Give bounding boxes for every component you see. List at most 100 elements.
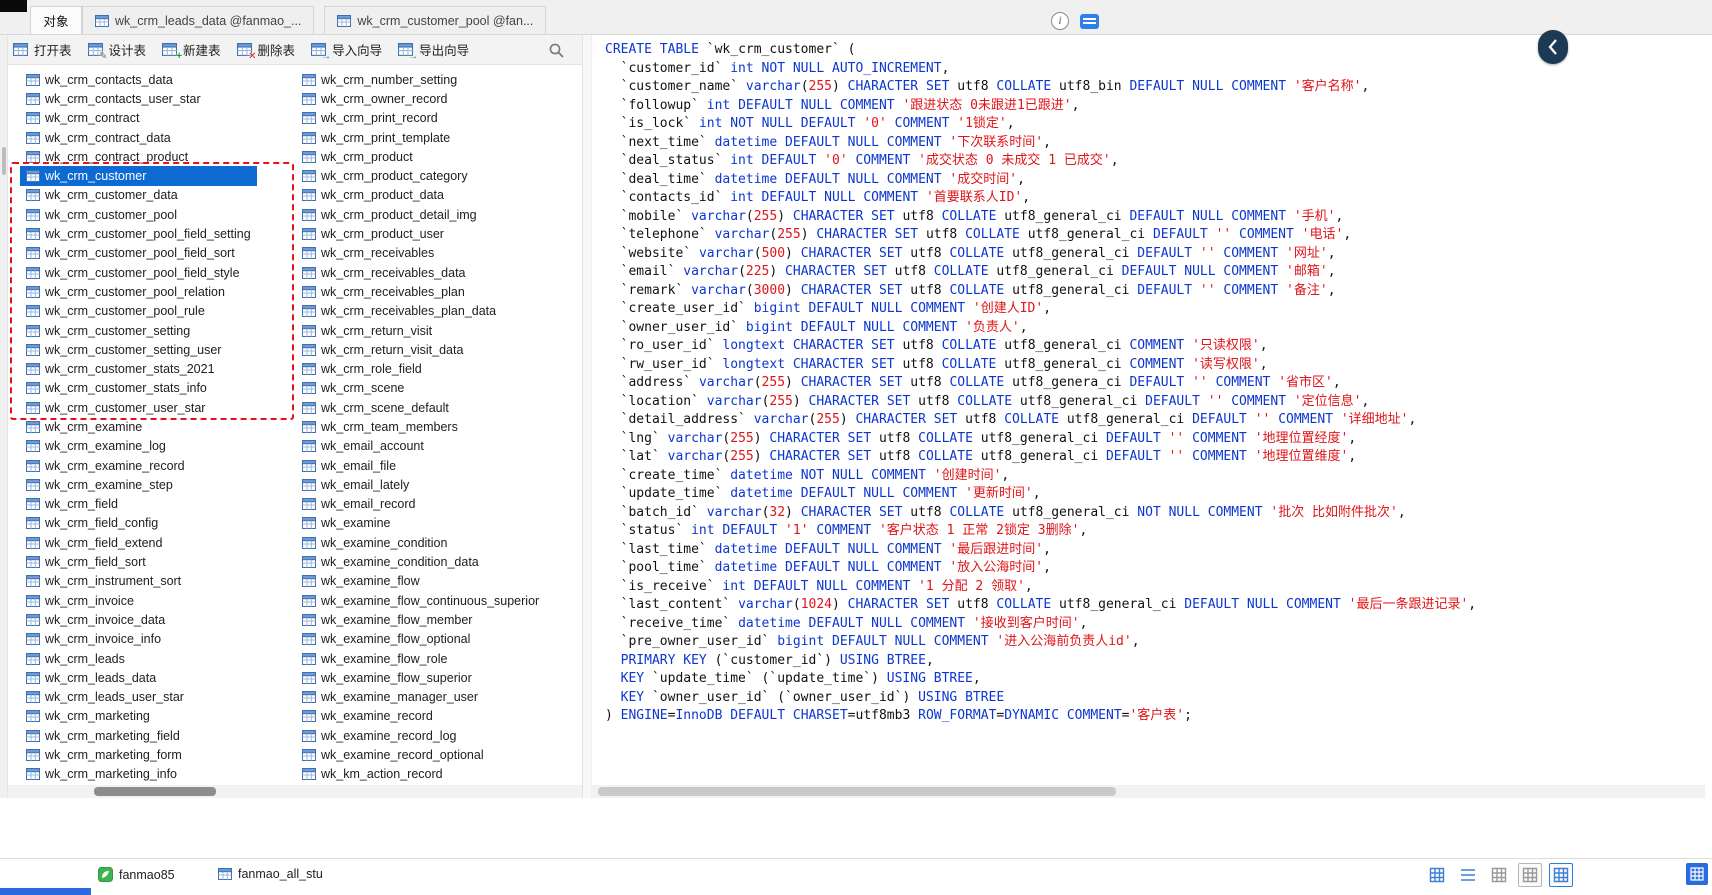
right-hscrollbar-thumb[interactable]	[598, 787, 1116, 796]
table-list-item[interactable]: wk_crm_print_template	[296, 128, 545, 147]
collapse-panel-button[interactable]	[1538, 30, 1568, 64]
table-list-item[interactable]: wk_km_action_record	[296, 765, 545, 784]
search-icon[interactable]	[548, 42, 565, 59]
table-list-item[interactable]: wk_crm_field_sort	[20, 552, 257, 571]
toolbar-button-import[interactable]: → 导入向导	[306, 37, 387, 62]
left-hscrollbar[interactable]	[8, 785, 582, 798]
grid-view-button[interactable]	[1686, 863, 1708, 885]
table-list-item[interactable]: wk_crm_customer_pool_field_setting	[20, 224, 257, 243]
tab-open-table[interactable]: wk_crm_customer_pool @fan...	[324, 6, 547, 34]
table-list-item[interactable]: wk_crm_print_record	[296, 109, 545, 128]
table-list-item[interactable]: wk_crm_contacts_data	[20, 70, 257, 89]
table-list-item[interactable]: wk_crm_contract	[20, 109, 257, 128]
toolbar-button-new[interactable]: + 新建表	[157, 37, 226, 62]
table-list-item[interactable]: wk_crm_number_setting	[296, 70, 545, 89]
preview-pane-toggle-icon[interactable]	[1080, 14, 1099, 29]
view-grid-icon[interactable]	[1487, 863, 1511, 887]
right-hscrollbar[interactable]	[592, 785, 1705, 798]
table-list-item[interactable]: wk_crm_scene	[296, 379, 545, 398]
table-list-item[interactable]: wk_crm_contacts_user_star	[20, 89, 257, 108]
table-list-item[interactable]: wk_crm_invoice_info	[20, 630, 257, 649]
table-list-item[interactable]: wk_examine_condition_data	[296, 552, 545, 571]
table-list-item[interactable]: wk_crm_examine_step	[20, 475, 257, 494]
connection-indicator[interactable]: fanmao85	[98, 867, 175, 882]
table-list-item[interactable]: wk_email_lately	[296, 475, 545, 494]
table-list-item[interactable]: wk_crm_instrument_sort	[20, 572, 257, 591]
table-list-item[interactable]: wk_crm_leads	[20, 649, 257, 668]
table-list-item[interactable]: wk_crm_role_field	[296, 359, 545, 378]
table-list-item[interactable]: wk_crm_examine	[20, 417, 257, 436]
table-list-item[interactable]: wk_crm_product_user	[296, 224, 545, 243]
view-grid-icon[interactable]	[1425, 863, 1449, 887]
table-list-item[interactable]: wk_crm_owner_record	[296, 89, 545, 108]
table-list-item[interactable]: wk_crm_invoice	[20, 591, 257, 610]
table-list-item[interactable]: wk_crm_product	[296, 147, 545, 166]
table-list-item[interactable]: wk_crm_team_members	[296, 417, 545, 436]
toolbar-button-design[interactable]: ✎ 设计表	[83, 37, 152, 62]
table-list-item[interactable]: wk_crm_scene_default	[296, 398, 545, 417]
table-list-item[interactable]: wk_crm_product_detail_img	[296, 205, 545, 224]
left-hscrollbar-thumb[interactable]	[94, 787, 216, 796]
pane-divider[interactable]	[582, 35, 592, 798]
table-list-item[interactable]: wk_crm_marketing_field	[20, 726, 257, 745]
table-list-item[interactable]: wk_email_record	[296, 495, 545, 514]
table-list-item[interactable]: wk_crm_product_data	[296, 186, 545, 205]
toolbar-button-open[interactable]: 打开表	[8, 37, 77, 62]
table-list-item[interactable]: wk_examine_flow_role	[296, 649, 545, 668]
table-list-item[interactable]: wk_crm_customer_setting	[20, 321, 257, 340]
toolbar-button-export[interactable]: → 导出向导	[393, 37, 474, 62]
table-list-item[interactable]: wk_crm_contract_product	[20, 147, 257, 166]
table-list-item[interactable]: wk_crm_marketing_form	[20, 745, 257, 764]
table-list-item[interactable]: wk_crm_receivables_plan_data	[296, 302, 545, 321]
view-grid-icon[interactable]	[1518, 863, 1542, 887]
table-list-item[interactable]: wk_crm_product_category	[296, 166, 545, 185]
table-list-item[interactable]: wk_crm_leads_data	[20, 668, 257, 687]
database-indicator[interactable]: fanmao_all_stu	[218, 867, 323, 881]
table-list-item[interactable]: wk_examine_flow	[296, 572, 545, 591]
table-list-item[interactable]: wk_crm_customer_setting_user	[20, 340, 257, 359]
table-list-item[interactable]: wk_crm_customer_pool_rule	[20, 302, 257, 321]
table-list-item[interactable]: wk_crm_receivables_plan	[296, 282, 545, 301]
table-list-item[interactable]: wk_crm_return_visit	[296, 321, 545, 340]
table-list-item[interactable]: wk_crm_examine_log	[20, 437, 257, 456]
table-list-item[interactable]: wk_crm_customer_pool	[20, 205, 257, 224]
table-list-item[interactable]: wk_examine_record_optional	[296, 745, 545, 764]
table-list-item[interactable]: wk_crm_invoice_data	[20, 610, 257, 629]
table-list-item[interactable]: wk_crm_field_extend	[20, 533, 257, 552]
table-list-item[interactable]: wk_crm_customer_pool_field_style	[20, 263, 257, 282]
table-list-item[interactable]: wk_examine_flow_optional	[296, 630, 545, 649]
table-list-item[interactable]: wk_crm_customer_data	[20, 186, 257, 205]
toolbar-button-delete[interactable]: ✕ 删除表	[232, 37, 301, 62]
table-list-item[interactable]: wk_crm_marketing_info	[20, 765, 257, 784]
table-list-item[interactable]: wk_examine_record_log	[296, 726, 545, 745]
table-list-item[interactable]: wk_crm_customer_user_star	[20, 398, 257, 417]
table-list-item[interactable]: wk_examine_record	[296, 707, 545, 726]
table-list-item[interactable]: wk_crm_customer_stats_2021	[20, 359, 257, 378]
view-grid-icon[interactable]	[1549, 863, 1573, 887]
table-list-item[interactable]: wk_crm_return_visit_data	[296, 340, 545, 359]
table-list-item[interactable]: wk_examine	[296, 514, 545, 533]
tab-objects[interactable]: 对象	[30, 6, 82, 34]
table-list-item[interactable]: wk_crm_contract_data	[20, 128, 257, 147]
table-list-item[interactable]: wk_examine_flow_continuous_superior	[296, 591, 545, 610]
table-list-item[interactable]: wk_examine_manager_user	[296, 688, 545, 707]
table-list-item[interactable]: wk_email_file	[296, 456, 545, 475]
splitter-handle[interactable]	[2, 147, 6, 175]
table-list-item[interactable]: wk_examine_flow_member	[296, 610, 545, 629]
table-list-item[interactable]: wk_crm_field	[20, 495, 257, 514]
table-list-item[interactable]: wk_crm_marketing	[20, 707, 257, 726]
table-list-item[interactable]: wk_crm_receivables_data	[296, 263, 545, 282]
table-list-item[interactable]: wk_crm_examine_record	[20, 456, 257, 475]
table-list-item[interactable]: wk_crm_customer_stats_info	[20, 379, 257, 398]
table-list-item[interactable]: wk_examine_flow_superior	[296, 668, 545, 687]
tab-open-table[interactable]: wk_crm_leads_data @fanmao_...	[82, 6, 315, 34]
info-icon[interactable]: i	[1051, 12, 1069, 30]
table-list-item[interactable]: wk_examine_condition	[296, 533, 545, 552]
view-list-icon[interactable]	[1456, 863, 1480, 887]
table-list-item[interactable]: wk_crm_customer_pool_relation	[20, 282, 257, 301]
table-list-item[interactable]: wk_email_account	[296, 437, 545, 456]
table-list-item[interactable]: wk_crm_customer_pool_field_sort	[20, 244, 257, 263]
table-list-item[interactable]: wk_crm_field_config	[20, 514, 257, 533]
table-list-item[interactable]: wk_crm_receivables	[296, 244, 545, 263]
table-list-item[interactable]: wk_crm_leads_user_star	[20, 688, 257, 707]
